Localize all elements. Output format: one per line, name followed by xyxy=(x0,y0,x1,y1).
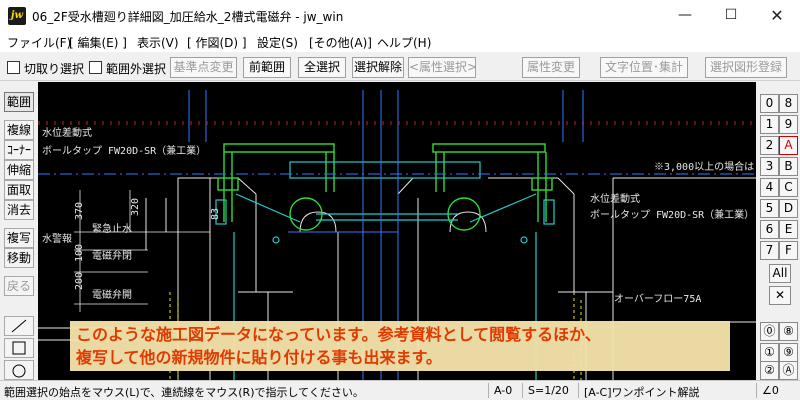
layer-group-c[interactable]: C xyxy=(779,178,798,197)
menu-view[interactable]: 表示(V) xyxy=(137,34,179,51)
layer-palette: 0 8 1 9 2 A 3 B 4 C 5 D 6 E 7 F All ✕ ⓪ … xyxy=(756,82,800,380)
app-logo-icon: jw xyxy=(8,7,26,25)
layer-group-8[interactable]: 8 xyxy=(779,94,798,113)
valve-close-label: 電磁弁閉 xyxy=(92,249,132,262)
outside-select-checkbox[interactable] xyxy=(89,61,102,74)
rectangle-tool-icon[interactable] xyxy=(4,338,34,358)
layer-8-button[interactable]: ⑧ xyxy=(779,322,798,341)
layer-group-4[interactable]: 4 xyxy=(760,178,779,197)
layer-group-2[interactable]: 2 xyxy=(760,136,779,155)
menu-draw[interactable]: [ 作図(D) ] xyxy=(187,34,247,51)
layer-group-e[interactable]: E xyxy=(779,220,798,239)
previous-range-button[interactable]: 前範囲 xyxy=(243,57,291,78)
overflow-label: オーバーフロー75A xyxy=(614,293,701,305)
tool-stretch[interactable]: 伸縮 xyxy=(4,160,34,180)
attribute-select-button[interactable]: <属性選択> xyxy=(408,57,477,78)
title-bar: jw 06_2F受水槽廻り詳細図_加圧給水_2槽式電磁弁 - jw_win — … xyxy=(0,0,800,31)
layer-group-d[interactable]: D xyxy=(779,199,798,218)
tool-undo[interactable]: 戻る xyxy=(4,276,34,296)
minimize-icon[interactable]: — xyxy=(662,0,708,31)
valve-open-label: 電磁弁開 xyxy=(92,288,132,301)
deselect-button[interactable]: 選択解除 xyxy=(352,57,404,78)
close-icon[interactable]: ✕ xyxy=(754,0,800,31)
layer-2-button[interactable]: ② xyxy=(760,361,779,380)
menu-file[interactable]: ファイル(F) xyxy=(7,34,71,51)
float-label-left-1: 水位差動式 xyxy=(42,126,92,139)
layer-a-button[interactable]: Ⓐ xyxy=(779,361,798,380)
status-help[interactable]: [A-C]ワンポイント解説 xyxy=(584,384,700,400)
menu-bar: ファイル(F) [ 編集(E) ] 表示(V) [ 作図(D) ] 設定(S) … xyxy=(0,31,800,52)
hatch-red xyxy=(38,121,756,125)
status-bar: 範囲選択の始点をマウス(L)で、連続線をマウス(R)で指示してください。 A-0… xyxy=(0,380,800,400)
all-layers-button[interactable]: All xyxy=(769,264,791,283)
layer-group-5[interactable]: 5 xyxy=(760,199,779,218)
left-tool-palette: 範囲 複線 ｺｰﾅｰ 伸縮 面取 消去 複写 移動 戻る xyxy=(0,82,38,380)
register-selected-shape-button[interactable]: 選択図形登録 xyxy=(705,57,787,78)
note-label: ※3,000以上の場合は xyxy=(654,160,754,173)
layer-group-a[interactable]: A xyxy=(779,136,798,155)
status-message: 範囲選択の始点をマウス(L)で、連続線をマウス(R)で指示してください。 xyxy=(4,386,364,399)
base-point-change-button[interactable]: 基準点変更 xyxy=(170,57,237,78)
layer-group-9[interactable]: 9 xyxy=(779,115,798,134)
window-title: 06_2F受水槽廻り詳細図_加圧給水_2槽式電磁弁 - jw_win xyxy=(32,10,344,24)
status-angle[interactable]: ∠0 xyxy=(762,384,779,397)
dim-370-label: 370 xyxy=(74,202,85,220)
float-label-right-1: 水位差動式 xyxy=(590,192,640,205)
outside-select-label: 範囲外選択 xyxy=(106,62,167,76)
banner-line-2: 複写して他の新規物件に貼り付ける事も出来ます。 xyxy=(76,348,442,367)
tool-copy[interactable]: 複写 xyxy=(4,228,34,248)
menu-other[interactable]: [その他(A)] xyxy=(309,34,372,51)
status-layer[interactable]: A-0 xyxy=(494,384,512,397)
selection-toolbar: 切取り選択 範囲外選択 基準点変更 前範囲 全選択 選択解除 <属性選択> 属性… xyxy=(0,54,800,81)
status-scale[interactable]: S=1/20 xyxy=(528,384,569,397)
layer-group-0[interactable]: 0 xyxy=(760,94,779,113)
dim-100-label: 100 xyxy=(74,244,85,262)
layer-group-6[interactable]: 6 xyxy=(760,220,779,239)
cut-select-label: 切取り選択 xyxy=(24,62,85,76)
line-tool-icon[interactable] xyxy=(4,316,34,336)
menu-settings[interactable]: 設定(S) xyxy=(257,34,298,51)
circle-tool-icon[interactable] xyxy=(4,360,34,380)
layer-9-button[interactable]: ⑨ xyxy=(779,343,798,362)
tool-corner[interactable]: ｺｰﾅｰ xyxy=(4,140,34,160)
maximize-icon[interactable]: ☐ xyxy=(708,0,754,31)
tool-move[interactable]: 移動 xyxy=(4,248,34,268)
attribute-change-button[interactable]: 属性変更 xyxy=(522,57,580,78)
layer-group-3[interactable]: 3 xyxy=(760,157,779,176)
float-label-right-2: ボールタップ FW20D-SR（兼工業） xyxy=(590,208,754,221)
menu-edit[interactable]: [ 編集(E) ] xyxy=(69,34,127,51)
layer-1-button[interactable]: ① xyxy=(760,343,779,362)
banner-line-1: このような施工図データになっています。参考資料として閲覧するほか、 xyxy=(76,325,601,344)
explanation-banner: このような施工図データになっています。参考資料として閲覧するほか、 複写して他の… xyxy=(70,321,730,371)
float-label-left-2: ボールタップ FW20D-SR（兼工業） xyxy=(42,144,206,157)
select-all-button[interactable]: 全選択 xyxy=(298,57,346,78)
menu-help[interactable]: ヘルプ(H) xyxy=(377,34,431,51)
layer-0-button[interactable]: ⓪ xyxy=(760,322,779,341)
cut-select-checkbox[interactable] xyxy=(7,61,20,74)
tool-erase[interactable]: 消去 xyxy=(4,200,34,220)
alarm-label: 水警報 xyxy=(42,232,72,245)
tool-range[interactable]: 範囲 xyxy=(4,92,34,112)
tool-chamfer[interactable]: 面取 xyxy=(4,180,34,200)
cross-icon[interactable]: ✕ xyxy=(769,286,791,305)
tool-parallel-line[interactable]: 複線 xyxy=(4,120,34,140)
float-valve-piping-green xyxy=(217,143,553,231)
layer-group-7[interactable]: 7 xyxy=(760,241,779,260)
dim-83-label: 83 xyxy=(210,208,221,220)
dim-320-label: 320 xyxy=(130,198,141,216)
dim-200-label: 200 xyxy=(74,272,85,290)
layer-group-b[interactable]: B xyxy=(779,157,798,176)
layer-group-1[interactable]: 1 xyxy=(760,115,779,134)
layer-group-f[interactable]: F xyxy=(779,241,798,260)
text-position-summary-button[interactable]: 文字位置･集計 xyxy=(600,57,688,78)
emergency-stop-label: 緊急止水 xyxy=(92,222,132,235)
